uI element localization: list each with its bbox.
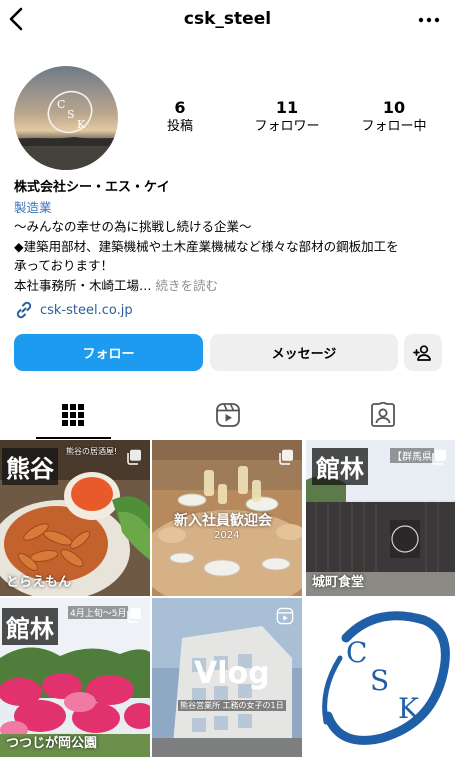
svg-text:K: K bbox=[77, 118, 86, 131]
csk-logo-image: C S K bbox=[322, 611, 450, 745]
post-caption: 城町食堂 bbox=[312, 575, 365, 590]
bio-line: ◆建築用部材、建築機械や土木産業機械など様々な部材の鋼板加工を bbox=[14, 238, 399, 254]
post-year: 2024 bbox=[214, 530, 240, 541]
followers-count-value: 11 bbox=[275, 98, 299, 117]
bio-line-last: 本社事務所・木崎工場… 続きを読む bbox=[14, 276, 444, 296]
active-tab-indicator bbox=[36, 437, 111, 439]
followers-count[interactable]: 11 フォロワー bbox=[237, 98, 337, 136]
grid-icon bbox=[62, 404, 84, 426]
post-note: 【群馬県 bbox=[390, 448, 434, 463]
profile-username: csk_steel bbox=[183, 9, 272, 29]
post-note: 熊谷の居酒屋! bbox=[66, 447, 118, 456]
follow-button[interactable]: フォロー bbox=[14, 334, 203, 371]
post-caption: つつじが岡公園 bbox=[6, 736, 98, 751]
posts-count-label: 投稿 bbox=[166, 119, 193, 134]
posts-grid: 熊谷 熊谷の居酒屋! とらえもん 新入社員歓迎会 2024 館林 【群馬県 城町… bbox=[0, 440, 455, 757]
add-user-button[interactable] bbox=[404, 334, 442, 371]
svg-text:S: S bbox=[370, 664, 389, 697]
post-title: 新入社員歓迎会 bbox=[174, 513, 272, 529]
tab-posts-grid[interactable] bbox=[35, 392, 111, 438]
tab-reels[interactable] bbox=[190, 392, 266, 438]
post-subtitle: 熊谷営業所 工務の女子の1日 bbox=[178, 700, 286, 711]
post-title: Vlog bbox=[194, 656, 270, 691]
tagged-icon bbox=[371, 402, 395, 427]
post-thumbnail[interactable]: 館林 4月上旬〜5月 つつじが岡公園 bbox=[0, 598, 150, 757]
post-thumbnail[interactable]: 熊谷 熊谷の居酒屋! とらえもん bbox=[0, 440, 150, 596]
reel-badge-icon bbox=[276, 607, 294, 625]
link-icon bbox=[16, 301, 32, 319]
multiple-photos-icon bbox=[127, 607, 141, 623]
bio-line-text: 本社事務所・木崎工場… bbox=[14, 277, 152, 293]
top-bar: csk_steel bbox=[0, 0, 455, 40]
posts-count[interactable]: 6 投稿 bbox=[130, 98, 230, 136]
svg-text:S: S bbox=[67, 108, 75, 121]
following-count-value: 10 bbox=[382, 98, 406, 117]
posts-count-value: 6 bbox=[174, 98, 186, 117]
profile-stats: 6 投稿 11 フォロワー 10 フォロー中 bbox=[130, 98, 455, 142]
svg-text:K: K bbox=[398, 692, 420, 725]
post-thumbnail[interactable]: 館林 【群馬県 城町食堂 bbox=[306, 440, 455, 596]
avatar-logo-text: C bbox=[57, 98, 65, 111]
post-thumbnail[interactable]: C S K bbox=[306, 598, 455, 757]
tab-tagged[interactable] bbox=[345, 392, 421, 438]
following-count-label: フォロー中 bbox=[361, 119, 427, 134]
multiple-photos-icon bbox=[127, 449, 141, 465]
more-options-icon[interactable] bbox=[417, 10, 441, 30]
post-location-tag: 館林 bbox=[312, 448, 368, 485]
multiple-photos-icon bbox=[279, 449, 293, 465]
multiple-photos-icon bbox=[432, 449, 446, 465]
post-caption: とらえもん bbox=[6, 575, 72, 590]
reels-icon bbox=[216, 403, 240, 427]
profile-website-link[interactable]: csk-steel.co.jp bbox=[14, 300, 133, 320]
post-location-tag: 熊谷 bbox=[2, 448, 58, 485]
followers-count-label: フォロワー bbox=[254, 119, 320, 134]
profile-avatar[interactable]: C S K bbox=[14, 66, 118, 170]
bio-line: 承っております！ bbox=[14, 258, 114, 273]
bio-line: 〜みんなの幸せの為に挑戦し続ける企業〜 bbox=[14, 219, 252, 234]
profile-category[interactable]: 製造業 bbox=[14, 198, 444, 218]
post-thumbnail[interactable]: 新入社員歓迎会 2024 bbox=[152, 440, 302, 596]
post-thumbnail[interactable]: Vlog 熊谷営業所 工務の女子の1日 bbox=[152, 598, 302, 757]
read-more-link[interactable]: 続きを読む bbox=[156, 278, 219, 293]
following-count[interactable]: 10 フォロー中 bbox=[344, 98, 444, 136]
profile-name: 株式会社シー・エス・ケイ bbox=[14, 180, 170, 195]
post-location-tag: 館林 bbox=[2, 608, 58, 645]
profile-bio: 株式会社シー・エス・ケイ 製造業 〜みんなの幸せの為に挑戦し続ける企業〜 ◆建築… bbox=[14, 178, 444, 295]
add-person-icon bbox=[413, 344, 431, 361]
post-note: 4月上旬〜5月 bbox=[68, 606, 129, 619]
message-button[interactable]: メッセージ bbox=[210, 334, 398, 371]
svg-text:C: C bbox=[346, 636, 367, 669]
profile-tabs bbox=[0, 392, 455, 440]
website-url[interactable]: csk-steel.co.jp bbox=[40, 303, 133, 318]
